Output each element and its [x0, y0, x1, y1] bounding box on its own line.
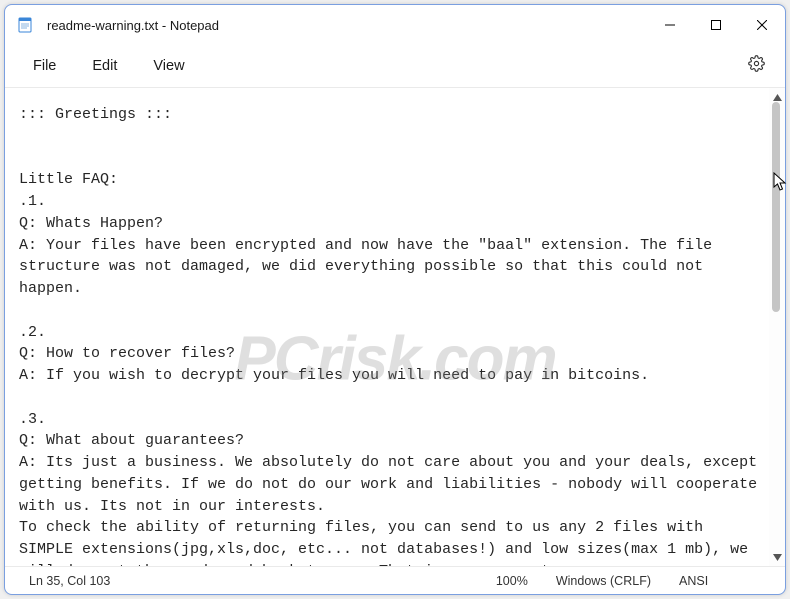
notepad-window: readme-warning.txt - Notepad File Edit V…: [4, 4, 786, 595]
status-line-ending: Windows (CRLF): [542, 574, 665, 588]
statusbar: Ln 35, Col 103 100% Windows (CRLF) ANSI: [5, 566, 785, 594]
notepad-app-icon: [17, 17, 33, 33]
close-button[interactable]: [739, 5, 785, 45]
minimize-button[interactable]: [647, 5, 693, 45]
status-cursor-position: Ln 35, Col 103: [15, 574, 124, 588]
titlebar: readme-warning.txt - Notepad: [5, 5, 785, 45]
menu-edit[interactable]: Edit: [74, 52, 135, 80]
maximize-button[interactable]: [693, 5, 739, 45]
scroll-track[interactable]: [769, 102, 785, 552]
editor-area: ::: Greetings ::: Little FAQ: .1. Q: Wha…: [5, 87, 785, 566]
menubar: File Edit View: [5, 45, 785, 87]
text-editor[interactable]: ::: Greetings ::: Little FAQ: .1. Q: Wha…: [5, 88, 769, 566]
menu-view[interactable]: View: [135, 52, 202, 80]
status-zoom: 100%: [482, 574, 542, 588]
settings-button[interactable]: [738, 49, 775, 83]
scroll-up-arrow-icon[interactable]: [772, 92, 782, 102]
scroll-down-arrow-icon[interactable]: [772, 552, 782, 562]
window-title: readme-warning.txt - Notepad: [47, 18, 219, 33]
scroll-thumb[interactable]: [772, 102, 780, 312]
status-encoding: ANSI: [665, 574, 775, 588]
menu-file[interactable]: File: [15, 52, 74, 80]
gear-icon: [748, 59, 765, 76]
vertical-scrollbar[interactable]: [769, 88, 785, 566]
